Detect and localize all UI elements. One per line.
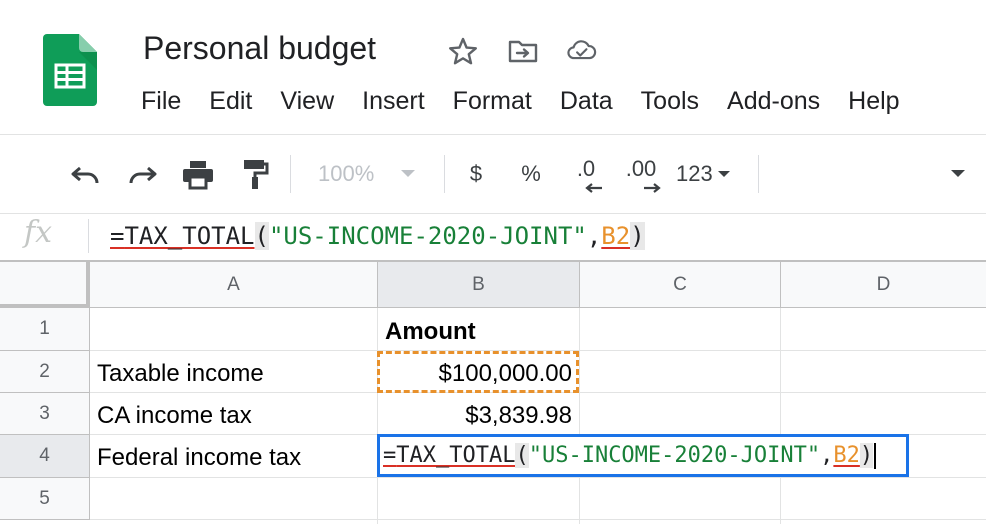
row-header-4[interactable]: 4 xyxy=(0,435,90,478)
column-header-b[interactable]: B xyxy=(378,262,580,308)
editor-cell-ref: B2 xyxy=(833,443,860,468)
arrow-right-icon xyxy=(644,183,661,193)
column-header-d[interactable]: D xyxy=(781,262,986,308)
toolbar-separator xyxy=(290,155,291,193)
percent-format-button[interactable]: % xyxy=(514,156,548,192)
cell-a3[interactable]: CA income tax xyxy=(97,402,252,430)
formula-comma: , xyxy=(586,222,602,250)
increase-decimal-label: .00 xyxy=(625,156,657,181)
row-header-2[interactable]: 2 xyxy=(0,351,90,393)
select-all-corner[interactable] xyxy=(0,262,90,308)
document-title[interactable]: Personal budget xyxy=(143,30,376,67)
paint-format-button[interactable] xyxy=(236,156,274,192)
menu-bar: File Edit View Insert Format Data Tools … xyxy=(141,87,928,119)
formula-string-arg: "US-INCOME-2020-JOINT" xyxy=(268,222,587,250)
grid-line xyxy=(579,308,580,524)
toolbar-overflow-dropdown-icon xyxy=(951,170,965,177)
paint-format-icon xyxy=(244,160,269,189)
toolbar-separator xyxy=(758,155,759,193)
fx-label: fx xyxy=(24,215,53,250)
formula-input[interactable]: =TAX_TOTAL("US-INCOME-2020-JOINT",B2) xyxy=(110,222,645,250)
decrease-decimal-label: .0 xyxy=(576,156,596,181)
star-icon[interactable] xyxy=(447,36,479,66)
menu-add-ons[interactable]: Add-ons xyxy=(727,87,820,119)
zoom-value: 100% xyxy=(318,161,375,186)
grid-line xyxy=(377,308,378,524)
currency-symbol: $ xyxy=(469,161,483,186)
undo-button[interactable] xyxy=(66,156,106,192)
grid-line xyxy=(90,519,986,520)
editor-open-paren: ( xyxy=(515,443,529,468)
editor-function-name: TAX_TOTAL xyxy=(396,443,516,468)
referenced-cell-highlight xyxy=(377,351,579,393)
row-header-5[interactable]: 5 xyxy=(0,478,90,520)
cell-b1[interactable]: Amount xyxy=(385,318,476,346)
row-header-1[interactable]: 1 xyxy=(0,308,90,351)
cell-a2[interactable]: Taxable income xyxy=(97,360,264,388)
editor-equals: = xyxy=(383,443,397,468)
print-icon xyxy=(183,161,213,190)
text-caret xyxy=(874,443,877,469)
redo-icon xyxy=(129,166,157,184)
grid-line xyxy=(90,477,986,478)
formula-cell-ref: B2 xyxy=(601,222,631,250)
column-header-c[interactable]: C xyxy=(580,262,781,308)
menu-file[interactable]: File xyxy=(141,87,181,119)
cell-editor-formula[interactable]: =TAX_TOTAL("US-INCOME-2020-JOINT",B2) xyxy=(383,443,877,469)
print-button[interactable] xyxy=(178,156,218,192)
cell-a4[interactable]: Federal income tax xyxy=(97,444,301,472)
menu-edit[interactable]: Edit xyxy=(209,87,252,119)
zoom-dropdown-icon xyxy=(401,170,416,177)
cloud-saved-icon[interactable] xyxy=(566,36,598,66)
undo-icon xyxy=(71,166,99,184)
menu-view[interactable]: View xyxy=(280,87,334,119)
move-to-folder-icon[interactable] xyxy=(507,36,539,66)
row-header-3[interactable]: 3 xyxy=(0,393,90,435)
redo-button[interactable] xyxy=(122,156,162,192)
editor-string-arg: "US-INCOME-2020-JOINT" xyxy=(528,443,821,468)
menu-help[interactable]: Help xyxy=(848,87,899,119)
grid-line xyxy=(780,308,781,524)
formula-function-name: TAX_TOTAL xyxy=(124,222,255,250)
editor-comma: , xyxy=(820,443,834,468)
toolbar-overflow-button[interactable] xyxy=(944,156,972,192)
currency-format-button[interactable]: $ xyxy=(460,156,492,192)
more-formats-button[interactable]: 123 xyxy=(676,156,742,192)
toolbar-separator xyxy=(444,155,445,193)
menu-format[interactable]: Format xyxy=(453,87,532,119)
menu-tools[interactable]: Tools xyxy=(641,87,699,119)
editor-close-paren: ) xyxy=(859,443,874,468)
header-divider xyxy=(0,134,986,135)
formula-bar-divider xyxy=(0,213,986,214)
zoom-select[interactable]: 100% xyxy=(318,156,428,192)
formula-open-paren: ( xyxy=(254,222,269,250)
menu-insert[interactable]: Insert xyxy=(362,87,425,119)
more-formats-dropdown-icon xyxy=(717,170,730,177)
formula-equals: = xyxy=(110,222,125,250)
cell-b3[interactable]: $3,839.98 xyxy=(390,402,572,430)
formula-close-paren: ) xyxy=(630,222,645,250)
column-header-a[interactable]: A xyxy=(90,262,378,308)
formula-bar-separator xyxy=(88,219,89,253)
more-formats-label: 123 xyxy=(676,161,713,186)
menu-data[interactable]: Data xyxy=(560,87,613,119)
sheets-logo-icon[interactable] xyxy=(43,34,97,106)
percent-symbol: % xyxy=(521,161,541,186)
arrow-left-icon xyxy=(585,183,602,193)
